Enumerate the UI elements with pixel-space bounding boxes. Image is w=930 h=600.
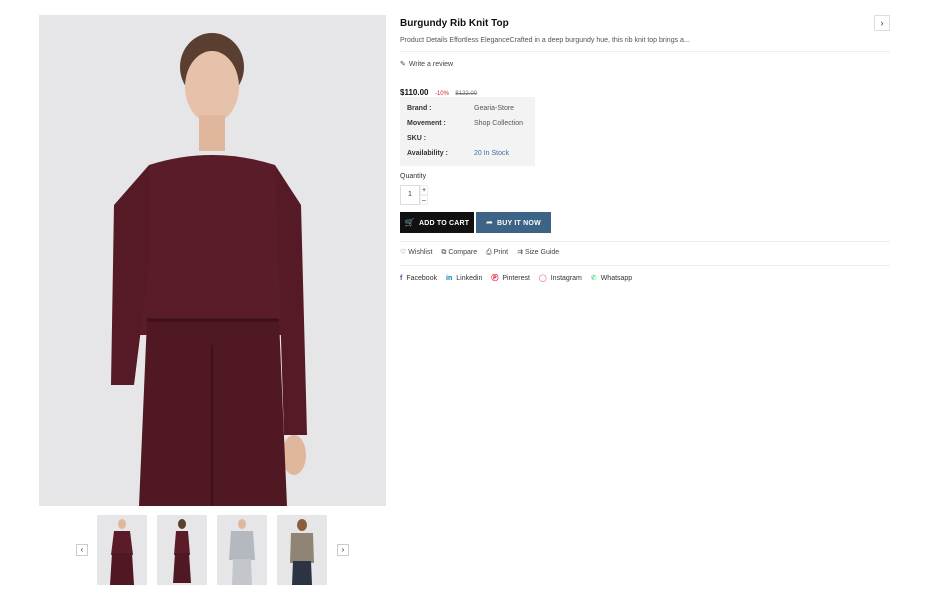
linkedin-icon: in [446, 275, 453, 282]
product-title: Burgundy Rib Knit Top [400, 18, 509, 29]
wishlist-label: Wishlist [408, 249, 433, 256]
share-arrow-icon: ➦ [486, 218, 494, 227]
buy-it-now-label: BUY IT NOW [497, 220, 541, 227]
share-pinterest[interactable]: Ⓟ Pinterest [491, 273, 530, 283]
ruler-icon: ⇉ [517, 249, 523, 256]
current-price: $110.00 [400, 88, 429, 97]
thumbnail-2[interactable] [157, 515, 207, 585]
meta-value: Shop Collection [474, 120, 524, 127]
meta-key: Movement : [407, 120, 446, 127]
printer-icon: ⎙ [486, 249, 492, 256]
facebook-label: Facebook [406, 275, 438, 282]
stock-status: 20 In Stock [474, 150, 510, 157]
chevron-left-icon[interactable]: ‹ [76, 544, 88, 556]
quantity-decrease-button[interactable]: – [420, 195, 428, 205]
main-product-image[interactable] [39, 15, 386, 506]
compare-label: Compare [448, 249, 478, 256]
social-share: f Facebook in Linkedin Ⓟ Pinterest ◯ Instagr… [400, 273, 639, 283]
thumbnail-gallery: ‹ › [76, 515, 352, 585]
meta-key: Brand : [407, 105, 432, 112]
product-description: Product Details Effortless EleganceCraft… [400, 37, 690, 44]
chevron-right-icon: › [880, 18, 884, 28]
cart-icon: 🛒 [404, 218, 415, 227]
size-guide-link[interactable]: ⇉ Size Guide [517, 248, 559, 256]
write-review-link[interactable]: ✎ Write a review [400, 60, 453, 68]
divider [400, 241, 890, 242]
thumbnail-4[interactable] [277, 515, 327, 585]
meta-key: Availability : [407, 150, 448, 157]
divider [400, 265, 890, 266]
quantity-input[interactable]: 1 [400, 185, 420, 205]
share-linkedin[interactable]: in Linkedin [446, 275, 482, 282]
product-actions: ♡ Wishlist ⧉ Compare ⎙ Print ⇉ Size Guide [400, 248, 566, 257]
share-whatsapp[interactable]: ✆ Whatsapp [591, 274, 632, 282]
divider [400, 51, 890, 52]
share-facebook[interactable]: f Facebook [400, 275, 437, 282]
quantity-increase-button[interactable]: + [420, 185, 428, 195]
thumbnail-3[interactable] [217, 515, 267, 585]
next-product-button[interactable]: › [874, 15, 890, 31]
compare-icon: ⧉ [441, 249, 447, 256]
buy-it-now-button[interactable]: ➦ BUY IT NOW [476, 212, 551, 233]
chevron-right-icon[interactable]: › [337, 544, 349, 556]
add-to-cart-label: ADD TO CART [418, 220, 470, 227]
instagram-label: Instagram [550, 275, 582, 282]
write-review-label: Write a review [408, 61, 454, 68]
product-meta-table: Brand : Gearia-Store Movement : Shop Col… [400, 97, 535, 166]
share-instagram[interactable]: ◯ Instagram [539, 274, 582, 282]
instagram-icon: ◯ [538, 275, 547, 282]
whatsapp-label: Whatsapp [600, 275, 633, 282]
print-label: Print [493, 249, 509, 256]
size-guide-label: Size Guide [524, 249, 560, 256]
heart-icon: ♡ [400, 249, 407, 256]
pinterest-icon: Ⓟ [491, 275, 499, 282]
meta-value: Gearia-Store [474, 105, 515, 112]
add-to-cart-button[interactable]: 🛒 ADD TO CART [400, 212, 474, 233]
compare-link[interactable]: ⧉ Compare [441, 249, 477, 257]
pinterest-label: Pinterest [502, 275, 530, 282]
facebook-icon: f [400, 275, 403, 282]
meta-key: SKU : [407, 135, 427, 142]
quantity-label: Quantity [400, 173, 427, 180]
print-link[interactable]: ⎙ Print [486, 249, 508, 257]
wishlist-link[interactable]: ♡ Wishlist [400, 248, 432, 256]
linkedin-label: Linkedin [456, 275, 483, 282]
whatsapp-icon: ✆ [590, 275, 597, 282]
pencil-icon: ✎ [400, 61, 406, 68]
thumbnail-1[interactable] [97, 515, 147, 585]
